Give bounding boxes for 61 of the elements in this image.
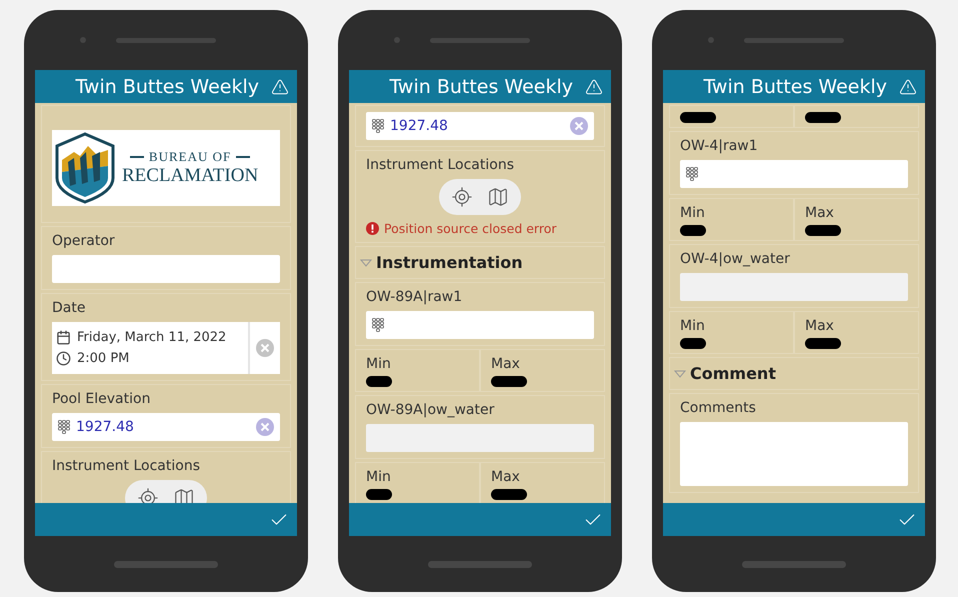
crosshair-icon[interactable]	[451, 186, 473, 208]
error-icon	[366, 222, 379, 235]
input-field[interactable]: 1927.48	[52, 413, 280, 441]
redaction-mark	[366, 489, 392, 500]
min-label: Min	[366, 356, 392, 372]
min-label: Min	[680, 318, 706, 334]
time-value: 2:00 PM	[77, 351, 130, 366]
keypad-icon	[58, 420, 70, 434]
redaction-mark	[680, 225, 706, 236]
crosshair-icon[interactable]	[137, 487, 159, 503]
input-field[interactable]	[366, 311, 594, 339]
field-label: OW-89A|raw1	[366, 289, 464, 305]
max-label: Max	[805, 318, 835, 334]
field-value: 1927.48	[76, 419, 134, 435]
logo-text: RECLAMATION	[122, 165, 258, 187]
redaction-mark	[366, 376, 392, 387]
date-value: Friday, March 11, 2022	[77, 330, 226, 345]
comment-field[interactable]	[680, 422, 908, 486]
input-field[interactable]	[52, 255, 280, 283]
input-field[interactable]: 1927.48	[366, 112, 594, 140]
error-message: Position source closed error	[384, 221, 556, 236]
field-label: Comments	[680, 400, 757, 416]
max-label: Max	[805, 205, 835, 221]
field-label: Operator	[52, 233, 116, 249]
field-label: Instrument Locations	[52, 458, 201, 474]
warning-icon[interactable]	[899, 78, 917, 96]
warning-icon[interactable]	[271, 78, 289, 96]
redaction-mark	[680, 112, 716, 123]
map-icon[interactable]	[173, 487, 195, 503]
redaction-mark	[491, 376, 527, 387]
redaction-mark	[491, 489, 527, 500]
keypad-icon	[372, 318, 384, 332]
keypad-icon	[686, 167, 698, 181]
app-title: Twin Buttes Weekly	[389, 76, 573, 98]
warning-icon[interactable]	[585, 78, 603, 96]
clock-icon	[56, 351, 71, 366]
redaction-mark	[805, 225, 841, 236]
field-label: Date	[52, 300, 86, 316]
field-label: OW-4|ow_water	[680, 251, 791, 267]
app-title: Twin Buttes Weekly	[703, 76, 887, 98]
logo-text: BUREAU OF	[148, 149, 232, 165]
field-label: Pool Elevation	[52, 391, 152, 407]
calendar-icon	[56, 330, 71, 345]
min-label: Min	[366, 469, 392, 485]
redaction-mark	[805, 112, 841, 123]
min-label: Min	[680, 205, 706, 221]
section-header[interactable]: Comment	[690, 364, 776, 383]
field-value: 1927.48	[390, 118, 448, 134]
keypad-icon	[372, 119, 384, 133]
location-buttons[interactable]	[439, 179, 521, 215]
field-label: OW-4|raw1	[680, 138, 759, 154]
date-field[interactable]: Friday, March 11, 2022 2:00 PM	[52, 322, 280, 374]
redaction-mark	[805, 338, 841, 349]
app-title: Twin Buttes Weekly	[75, 76, 259, 98]
max-label: Max	[491, 469, 521, 485]
redaction-mark	[680, 338, 706, 349]
field-label: OW-89A|ow_water	[366, 402, 496, 418]
input-field[interactable]	[680, 160, 908, 188]
map-icon[interactable]	[487, 186, 509, 208]
field-label: Instrument Locations	[366, 157, 515, 173]
max-label: Max	[491, 356, 521, 372]
